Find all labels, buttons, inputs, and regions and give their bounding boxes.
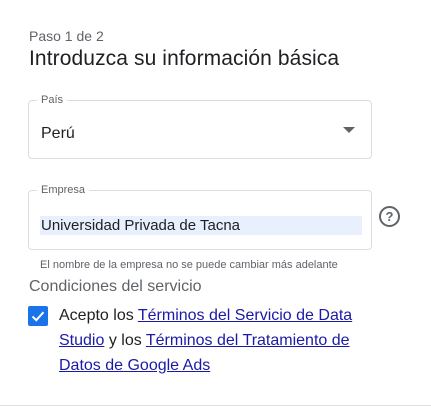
country-value: Perú bbox=[41, 125, 75, 142]
company-input[interactable] bbox=[40, 216, 362, 235]
page-title: Introduzca su información básica bbox=[29, 47, 340, 70]
company-label: Empresa bbox=[37, 184, 90, 197]
help-circle-icon[interactable]: ? bbox=[379, 206, 400, 227]
step-indicator: Paso 1 de 2 bbox=[29, 28, 104, 44]
country-select[interactable]: País Perú bbox=[28, 94, 372, 159]
arrow-drop-down-icon[interactable] bbox=[343, 127, 355, 133]
terms-section-title: Condiciones del servicio bbox=[29, 278, 202, 295]
terms-middle: y los bbox=[104, 332, 146, 349]
company-hint: El nombre de la empresa no se puede camb… bbox=[40, 259, 338, 271]
terms-checkbox[interactable] bbox=[28, 306, 48, 326]
terms-prefix: Acepto los bbox=[59, 307, 138, 324]
check-icon bbox=[31, 311, 45, 322]
country-label: País bbox=[37, 94, 68, 107]
company-field: Empresa bbox=[28, 184, 372, 250]
divider bbox=[0, 405, 431, 406]
terms-text: Acepto los Términos del Servicio de Data… bbox=[59, 303, 389, 378]
